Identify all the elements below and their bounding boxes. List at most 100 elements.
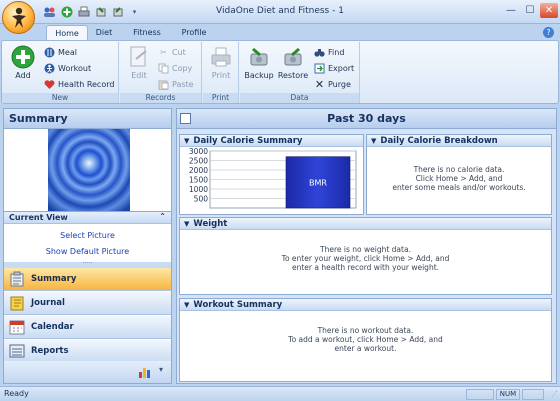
nav-item-calendar[interactable]: Calendar — [4, 316, 171, 339]
add-button[interactable]: Add — [6, 45, 40, 80]
weight-header[interactable]: ▼ Weight — [180, 218, 551, 230]
print-button[interactable]: Print — [204, 45, 238, 80]
nav-item-label: Calendar — [31, 322, 74, 332]
nav-item-journal[interactable]: Journal — [4, 292, 171, 315]
group-records: Edit ✂ Cut Copy Paste Records — [120, 42, 202, 103]
daily-calorie-breakdown-card: ▼ Daily Calorie Breakdown There is no ca… — [366, 134, 552, 215]
calendar-icon — [9, 319, 25, 335]
add-label: Add — [15, 71, 31, 80]
group-data-label: Data — [240, 93, 359, 103]
daily-calorie-summary-card: ▼ Daily Calorie Summary 500 1000 1500 2000 2… — [179, 134, 364, 215]
weight-card: ▼ Weight There is no weight data. To ent… — [179, 217, 552, 295]
y-tick-label: 500 — [194, 195, 209, 204]
app-logo-icon — [12, 7, 26, 28]
health-record-label: Health Record — [58, 79, 115, 89]
summary-icon — [9, 271, 25, 287]
y-tick-label: 3000 — [189, 148, 208, 156]
num-lock-indicator: NUM — [496, 389, 520, 400]
close-button[interactable]: ✕ — [540, 3, 558, 18]
tab-fitness[interactable]: Fitness — [128, 25, 166, 41]
health-record-icon — [44, 79, 55, 90]
daily-calorie-summary-header[interactable]: ▼ Daily Calorie Summary — [180, 135, 363, 147]
card-title: Workout Summary — [193, 299, 283, 310]
nav-item-label: Reports — [31, 346, 69, 356]
minimize-icon: — — [506, 5, 516, 16]
group-new-label: New — [2, 93, 118, 103]
resize-grip-icon[interactable]: ⋰ — [551, 390, 558, 398]
edit-label: Edit — [131, 71, 147, 80]
group-data: Backup Restore Find Export ✕ Purge Data — [240, 42, 360, 103]
scissors-icon: ✂ — [160, 47, 167, 57]
tab-diet[interactable]: Diet — [90, 25, 118, 41]
reports-icon — [9, 343, 25, 359]
configure-buttons-icon[interactable]: ▾ — [159, 365, 163, 374]
backup-label: Backup — [244, 71, 274, 80]
daily-calorie-breakdown-header[interactable]: ▼ Daily Calorie Breakdown — [367, 135, 551, 147]
title-bar: ▾ VidaOne Diet and Fitness - 1 — ☐ ✕ — [0, 0, 560, 34]
nav-item-summary[interactable]: Summary — [4, 268, 171, 291]
help-icon[interactable]: ? — [543, 27, 554, 38]
workout-icon — [44, 63, 55, 74]
workout-button[interactable]: Workout — [44, 62, 91, 74]
collapse-up-icon[interactable]: ⌃ — [159, 212, 166, 221]
find-button[interactable]: Find — [314, 46, 344, 58]
export-icon — [314, 63, 325, 74]
card-title: Daily Calorie Summary — [193, 135, 303, 146]
status-bar: Ready NUM ⋰ — [0, 386, 560, 401]
current-view-header[interactable]: Current View ⌃ — [4, 211, 171, 224]
group-new: Add Meal Workout Health Record New — [2, 42, 119, 103]
tab-home[interactable]: Home — [46, 25, 88, 41]
copy-button[interactable]: Copy — [158, 62, 192, 74]
group-records-label: Records — [120, 93, 201, 103]
bar-chart-icon[interactable] — [138, 365, 152, 381]
printer-icon — [209, 45, 233, 69]
maximize-button[interactable]: ☐ — [521, 3, 539, 18]
panel-toggle-icon[interactable] — [180, 113, 191, 124]
minimize-button[interactable]: — — [502, 3, 520, 18]
paste-button[interactable]: Paste — [158, 78, 194, 90]
health-record-button[interactable]: Health Record — [44, 78, 114, 90]
meal-label: Meal — [58, 47, 77, 57]
daily-calorie-chart: 50010001500200025003000 BMR — [189, 148, 357, 209]
nav-item-label: Journal — [31, 298, 65, 308]
nav-item-reports[interactable]: Reports — [4, 340, 171, 363]
export-button[interactable]: Export — [314, 62, 354, 74]
nav-item-label: Summary — [31, 274, 77, 284]
find-label: Find — [328, 47, 345, 57]
card-title: Weight — [193, 218, 228, 229]
cut-button[interactable]: ✂ Cut — [158, 46, 186, 58]
show-default-picture-link[interactable]: Show Default Picture — [4, 247, 171, 256]
backup-big-icon — [247, 45, 271, 69]
current-view-label: Current View — [9, 213, 68, 222]
close-icon: ✕ — [544, 5, 554, 16]
main-title: Past 30 days — [327, 112, 406, 125]
group-print-label: Print — [203, 93, 238, 103]
select-picture-link[interactable]: Select Picture — [4, 231, 171, 240]
restore-big-icon — [281, 45, 305, 69]
purge-label: Purge — [328, 79, 351, 89]
main-panel-header: Past 30 days — [177, 109, 556, 129]
paste-icon — [158, 79, 169, 90]
edit-button[interactable]: Edit — [122, 45, 156, 80]
copy-icon — [158, 63, 169, 74]
add-big-icon — [11, 45, 35, 69]
card-title: Daily Calorie Breakdown — [380, 135, 498, 146]
maximize-icon: ☐ — [525, 5, 535, 16]
meal-button[interactable]: Meal — [44, 46, 77, 58]
status-text: Ready — [4, 389, 29, 398]
empty-message: There is no weight data. To enter your w… — [281, 245, 450, 272]
cut-label: Cut — [172, 47, 186, 57]
collapse-triangle-icon: ▼ — [184, 219, 190, 228]
app-menu-button[interactable] — [2, 1, 35, 34]
tab-profile[interactable]: Profile — [176, 25, 212, 41]
status-cell — [522, 389, 544, 400]
paste-label: Paste — [172, 79, 194, 89]
nav-overflow-bar: ▾ — [4, 361, 171, 383]
backup-button[interactable]: Backup — [242, 45, 276, 80]
empty-message: There is no workout data. To add a worko… — [288, 326, 443, 353]
restore-button[interactable]: Restore — [276, 45, 310, 80]
bar-label: BMR — [309, 178, 327, 187]
summary-picture — [48, 129, 130, 219]
workout-summary-header[interactable]: ▼ Workout Summary — [180, 299, 551, 311]
purge-button[interactable]: ✕ Purge — [314, 78, 351, 91]
